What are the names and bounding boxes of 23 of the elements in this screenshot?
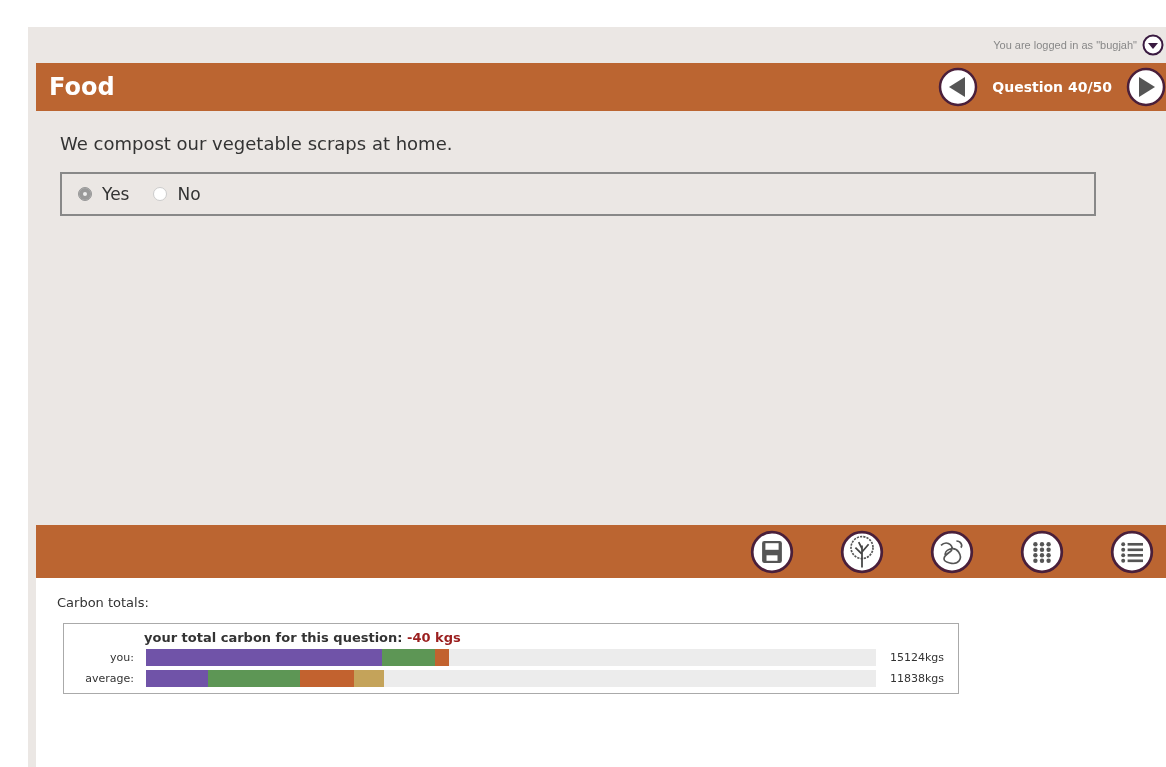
grid-icon[interactable] — [1020, 529, 1064, 574]
section-title: Food — [49, 73, 116, 101]
radio-button[interactable] — [78, 187, 92, 201]
answer-option[interactable]: Yes — [78, 184, 130, 204]
previous-icon[interactable] — [938, 67, 979, 107]
carbon-caption: your total carbon for this question: — [144, 630, 403, 645]
next-icon[interactable] — [1126, 67, 1166, 107]
row-label: average: — [84, 672, 135, 685]
radio-button[interactable] — [153, 187, 168, 201]
carbon-value: -40 kgs — [407, 630, 461, 645]
row-label: you: — [109, 651, 135, 664]
dropdown-icon[interactable] — [1142, 34, 1164, 56]
scribble-icon[interactable] — [930, 529, 974, 574]
row-total: 11838kgs — [890, 672, 945, 685]
row-total: 15124kgs — [890, 651, 945, 664]
question-text: We compost our vegetable scraps at home. — [60, 133, 453, 154]
save-icon[interactable] — [750, 529, 794, 574]
list-icon[interactable] — [1110, 529, 1154, 574]
question-counter: Question 40/50 — [992, 79, 1112, 95]
tree-icon[interactable] — [840, 529, 884, 574]
login-status: You are logged in as "bugjah" — [993, 39, 1137, 51]
answer-option[interactable]: No — [153, 184, 201, 204]
carbon-title: Carbon totals: — [57, 595, 149, 610]
